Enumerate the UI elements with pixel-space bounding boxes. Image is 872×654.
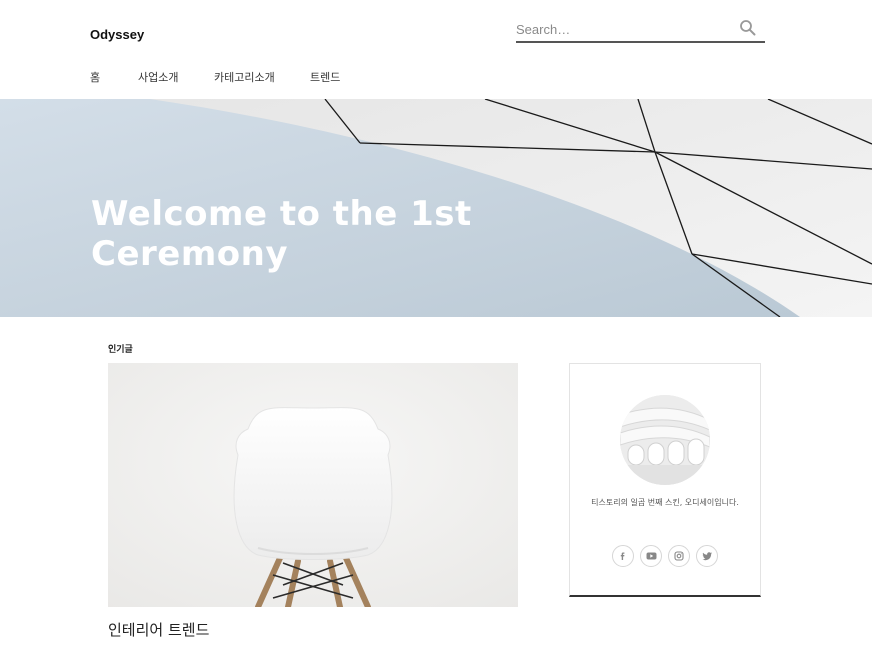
nav-item-home[interactable]: 홈 — [90, 69, 100, 85]
nav-item-categories[interactable]: 카테고리소개 — [214, 69, 275, 85]
search-box — [516, 16, 765, 43]
twitter-icon[interactable] — [696, 545, 718, 567]
nav-item-business[interactable]: 사업소개 — [138, 69, 178, 85]
site-logo[interactable]: Odyssey — [90, 27, 144, 42]
hero-title: Welcome to the 1st Ceremony — [91, 194, 472, 274]
section-label-popular: 인기글 — [108, 345, 133, 355]
search-input[interactable] — [516, 18, 731, 40]
facebook-icon[interactable] — [612, 545, 634, 567]
profile-description: 티스토리의 일곱 번째 스킨, 오디세이입니다. — [591, 498, 739, 507]
instagram-icon[interactable] — [668, 545, 690, 567]
post-title[interactable]: 인테리어 트렌드 — [108, 619, 209, 640]
search-icon[interactable] — [739, 19, 757, 37]
nav-item-trend[interactable]: 트렌드 — [310, 69, 340, 85]
social-links — [612, 545, 722, 569]
avatar — [620, 395, 710, 485]
chair-image — [108, 363, 518, 607]
profile-card: 티스토리의 일곱 번째 스킨, 오디세이입니다. — [569, 363, 761, 597]
site-header: Odyssey 홈 사업소개 카테고리소개 트렌드 — [0, 0, 872, 99]
post-thumbnail[interactable] — [108, 363, 518, 607]
youtube-icon[interactable] — [640, 545, 662, 567]
hero-banner: Welcome to the 1st Ceremony — [0, 99, 872, 317]
